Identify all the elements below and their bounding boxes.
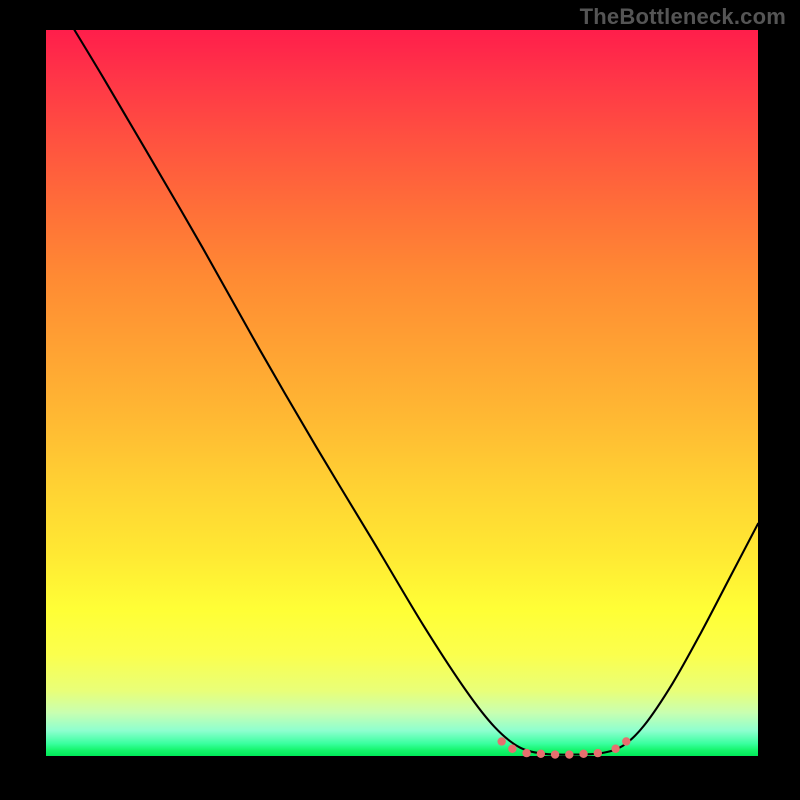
min-marker bbox=[522, 749, 530, 757]
min-marker bbox=[611, 745, 619, 753]
min-marker bbox=[622, 737, 630, 745]
min-marker bbox=[537, 750, 545, 758]
min-marker bbox=[551, 750, 559, 758]
min-marker bbox=[565, 750, 573, 758]
curve-svg bbox=[46, 30, 758, 756]
min-marker bbox=[579, 750, 587, 758]
min-marker bbox=[508, 745, 516, 753]
watermark-label: TheBottleneck.com bbox=[580, 4, 786, 30]
plot-area bbox=[46, 30, 758, 756]
min-marker bbox=[594, 749, 602, 757]
bottleneck-curve bbox=[74, 30, 758, 755]
min-marker bbox=[497, 737, 505, 745]
chart-frame: TheBottleneck.com bbox=[0, 0, 800, 800]
